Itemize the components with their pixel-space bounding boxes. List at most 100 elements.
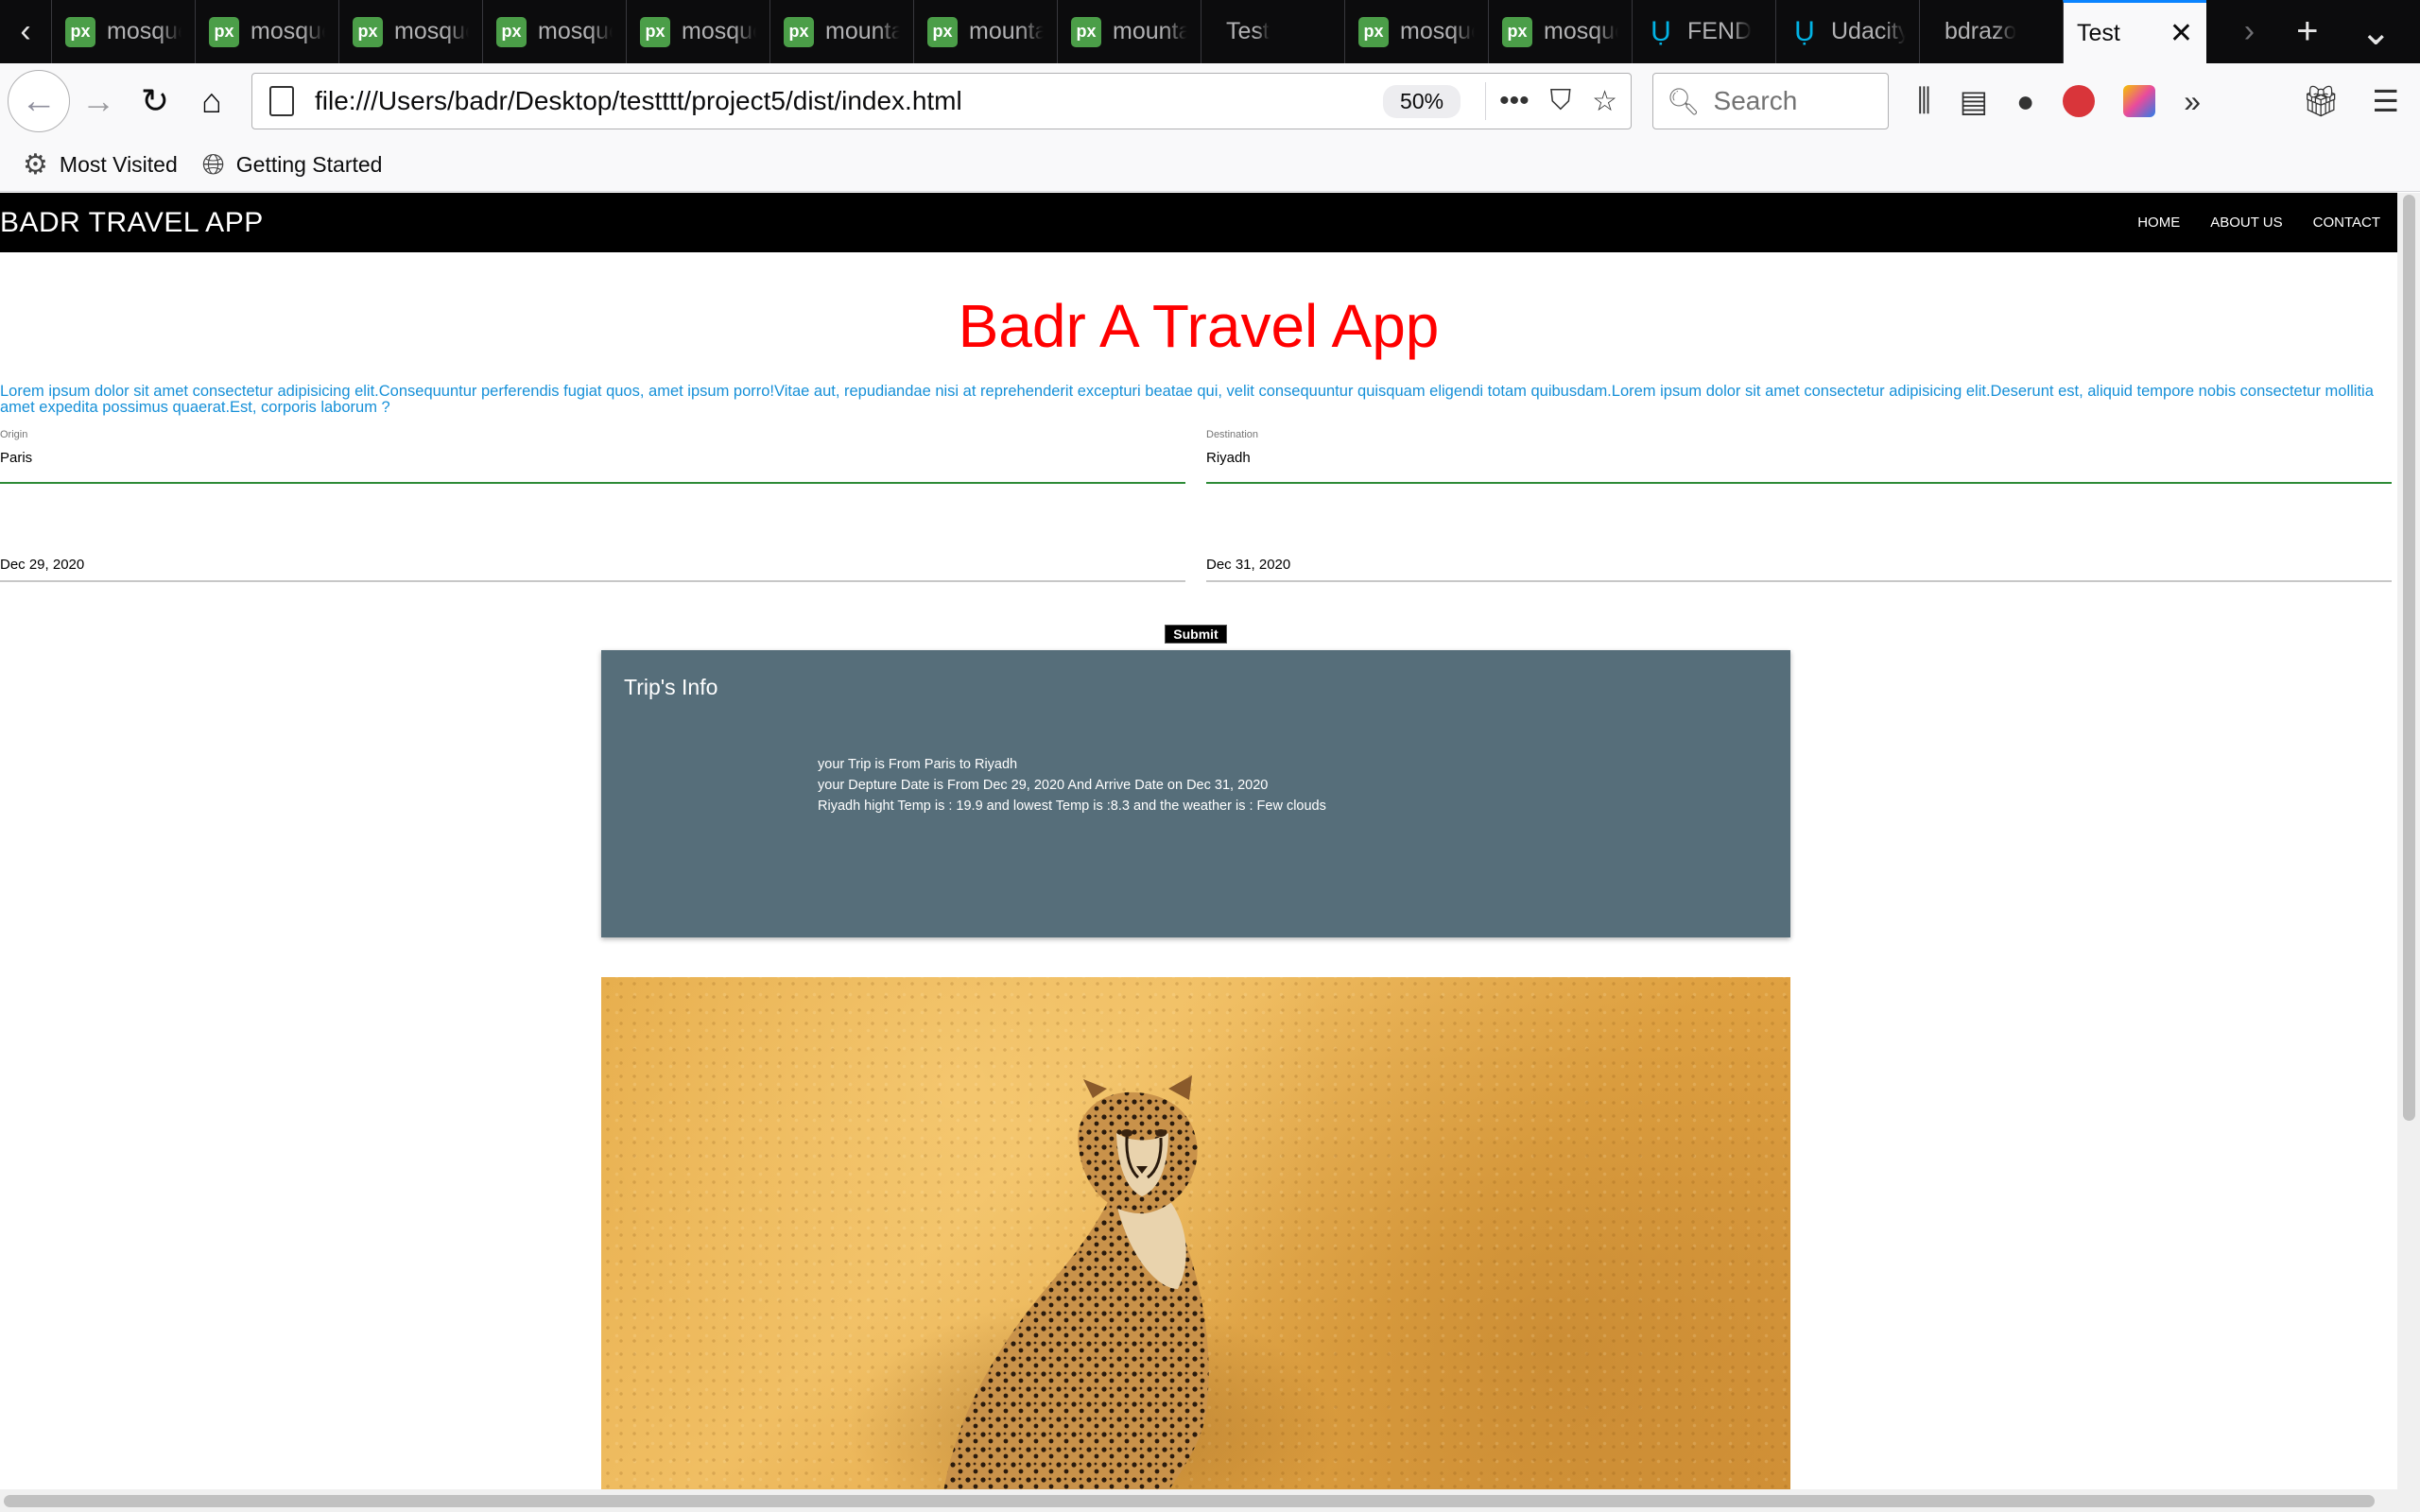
zoom-level-badge[interactable]: 50% <box>1383 84 1461 118</box>
browser-tab[interactable]: Ụ Udacity <box>1775 0 1919 63</box>
arrive-date-field[interactable]: Dec 31, 2020 <box>1206 547 2392 582</box>
extension-block-icon[interactable] <box>2063 85 2096 117</box>
browser-tab[interactable]: pxmosque <box>1344 0 1488 63</box>
submit-button[interactable]: Submit <box>1165 625 1227 644</box>
site-nav: HOME ABOUT US CONTACT <box>2137 215 2397 231</box>
search-bar[interactable]: 🔍︎ Search <box>1652 73 1889 129</box>
page-actions-more-icon[interactable]: ••• <box>1499 85 1530 117</box>
page-viewport: BADR TRAVEL APP HOME ABOUT US CONTACT Ba… <box>0 193 2397 1489</box>
vertical-scrollbar-thumb[interactable] <box>2403 195 2415 1121</box>
browser-tab[interactable]: Ụ FEND <box>1632 0 1775 63</box>
browser-tab[interactable]: pxmosque <box>482 0 626 63</box>
udacity-icon: Ụ <box>1651 15 1671 47</box>
overflow-chevrons-icon[interactable]: » <box>2184 84 2201 119</box>
browser-tab[interactable]: bdrazo <box>1919 0 2063 63</box>
pixabay-icon: px <box>209 16 239 47</box>
toolbar-right: 🎁︎ ☰ <box>2302 83 2420 119</box>
destination-input[interactable]: Riyadh <box>1206 450 2392 466</box>
pocket-icon[interactable]: ⛉ <box>1550 85 1572 117</box>
arrive-date-underline <box>1206 580 2392 582</box>
browser-tab[interactable]: pxmosque <box>1488 0 1632 63</box>
url-separator <box>1485 82 1487 120</box>
origin-label: Origin <box>0 429 28 440</box>
url-actions: ••• ⛉ ☆ <box>1499 85 1617 118</box>
destination-photo <box>601 977 1790 1489</box>
horizontal-scrollbar-thumb[interactable] <box>4 1495 2375 1507</box>
bookmarks-toolbar: ⚙ Most Visited 🌐︎ Getting Started <box>0 139 2420 192</box>
trip-weather-line: Riyadh hight Temp is : 19.9 and lowest T… <box>818 799 1326 814</box>
nav-link-about[interactable]: ABOUT US <box>2210 215 2282 231</box>
back-arrow-icon[interactable]: ← <box>8 70 70 132</box>
browser-tab[interactable]: pxmountain <box>769 0 913 63</box>
home-icon[interactable]: ⌂ <box>183 73 240 129</box>
origin-underline <box>0 482 1185 484</box>
depart-date-underline <box>0 580 1185 582</box>
search-icon: 🔍︎ <box>1667 86 1701 116</box>
page-title: Badr A Travel App <box>958 292 1440 360</box>
browser-tab[interactable]: pxmountain <box>913 0 1057 63</box>
account-icon[interactable]: ● <box>2016 84 2034 119</box>
address-bar[interactable]: file:///Users/badr/Desktop/testttt/proje… <box>251 73 1632 129</box>
hamburger-menu-icon[interactable]: ☰ <box>2372 83 2399 119</box>
pixabay-icon: px <box>496 16 527 47</box>
tab-strip: pxmosque pxmosque pxmosque pxmosque pxmo… <box>51 0 2221 63</box>
globe-icon: 🌐︎ <box>201 148 225 180</box>
intro-paragraph: Lorem ipsum dolor sit amet consectetur a… <box>0 383 2374 416</box>
browser-tab[interactable]: pxmosque <box>51 0 195 63</box>
bookmark-star-icon[interactable]: ☆ <box>1592 85 1617 118</box>
destination-underline <box>1206 482 2392 484</box>
origin-field[interactable]: Origin Paris <box>0 429 1185 484</box>
reload-icon[interactable]: ↻ <box>127 73 183 129</box>
pixabay-icon: px <box>353 16 383 47</box>
pixabay-icon: px <box>1071 16 1101 47</box>
trip-info-card: Trip's Info your Trip is From Paris to R… <box>601 650 1790 937</box>
whats-new-gift-icon[interactable]: 🎁︎ <box>2302 83 2341 119</box>
bookmark-getting-started[interactable]: 🌐︎ Getting Started <box>202 149 383 181</box>
destination-label: Destination <box>1206 429 1259 440</box>
page-icon <box>269 86 294 116</box>
extension-badge-icon[interactable] <box>2123 85 2156 117</box>
close-tab-icon[interactable]: ✕ <box>2169 17 2193 50</box>
browser-tab[interactable]: pxmosque <box>626 0 769 63</box>
nav-link-home[interactable]: HOME <box>2137 215 2180 231</box>
gear-icon: ⚙ <box>23 149 48 180</box>
vertical-scrollbar[interactable] <box>2397 193 2420 1489</box>
nav-link-contact[interactable]: CONTACT <box>2313 215 2380 231</box>
browser-tab[interactable]: pxmosque <box>195 0 338 63</box>
pixabay-icon: px <box>784 16 814 47</box>
list-all-tabs-chevron-icon[interactable]: ⌄ <box>2360 10 2392 54</box>
sidebar-toggle-icon[interactable]: ▤ <box>1960 83 1988 119</box>
depart-date-input[interactable]: Dec 29, 2020 <box>0 557 1185 573</box>
cheetah-illustration <box>847 1075 1339 1489</box>
udacity-icon: Ụ <box>1794 15 1815 47</box>
toolbar-icons: ⫼ ▤ ● » <box>1917 83 2201 119</box>
browser-tab[interactable]: pxmosque <box>338 0 482 63</box>
bookmark-most-visited[interactable]: ⚙ Most Visited <box>23 148 178 181</box>
origin-input[interactable]: Paris <box>0 450 1185 466</box>
trip-info-title: Trip's Info <box>624 675 718 699</box>
site-header: BADR TRAVEL APP HOME ABOUT US CONTACT <box>0 193 2397 252</box>
site-brand[interactable]: BADR TRAVEL APP <box>0 207 264 239</box>
pixabay-icon: px <box>65 16 95 47</box>
forward-arrow-icon[interactable]: → <box>70 73 127 129</box>
destination-field[interactable]: Destination Riyadh <box>1206 429 2392 484</box>
pixabay-icon: px <box>927 16 958 47</box>
browser-tab-bar: ‹ pxmosque pxmosque pxmosque pxmosque px… <box>0 0 2420 63</box>
browser-nav-toolbar: ← → ↻ ⌂ file:///Users/badr/Desktop/testt… <box>0 63 2420 139</box>
tab-scroll-left-icon[interactable]: ‹ <box>0 0 51 63</box>
url-text[interactable]: file:///Users/badr/Desktop/testttt/proje… <box>315 86 1383 116</box>
tab-scroll-right-icon[interactable]: › <box>2244 13 2255 50</box>
browser-tab[interactable]: Test <box>1201 0 1344 63</box>
new-tab-plus-icon[interactable]: + <box>2296 10 2318 53</box>
pixabay-icon: px <box>1502 16 1532 47</box>
arrive-date-input[interactable]: Dec 31, 2020 <box>1206 557 2392 573</box>
library-icon[interactable]: ⫼ <box>1917 83 1931 119</box>
browser-tab[interactable]: pxmountain <box>1057 0 1201 63</box>
trip-info-lines: your Trip is From Paris to Riyadh your D… <box>818 754 1326 816</box>
browser-tab-active[interactable]: Test ✕ <box>2063 0 2206 63</box>
pixabay-icon: px <box>1358 16 1389 47</box>
search-placeholder: Search <box>1713 86 1798 115</box>
depart-date-field[interactable]: Dec 29, 2020 <box>0 547 1185 582</box>
horizontal-scrollbar[interactable] <box>0 1489 2420 1512</box>
tab-bar-controls: › + ⌄ <box>2221 0 2420 63</box>
